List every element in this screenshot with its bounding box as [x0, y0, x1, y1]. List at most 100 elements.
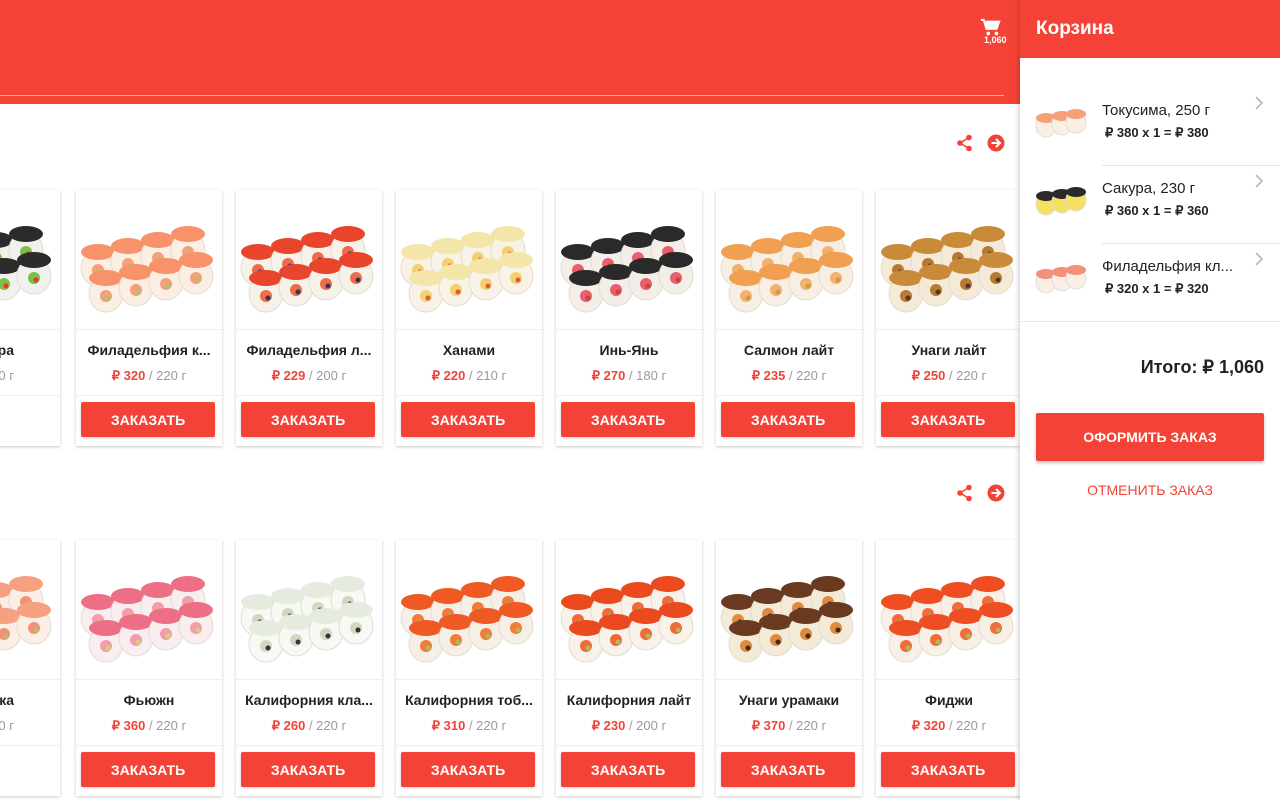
cart-item[interactable]: Сакура, 230 г ₽ 360 x 1 = ₽ 360 [1020, 166, 1280, 244]
product-price: ₽ 229 [271, 368, 306, 383]
product-price-line: ₽ 250 / 220 г [876, 368, 1020, 384]
product-price-line: ₽ 360 / 220 г [76, 718, 222, 734]
product-name: Салмон лайт [743, 342, 835, 358]
order-button[interactable]: ЗАКАЗАТЬ [881, 752, 1015, 787]
product-price: ₽ 270 [591, 368, 626, 383]
product-price-line: ₽ 229 / 200 г [236, 368, 382, 384]
card-divider [0, 745, 60, 746]
cart-header: Корзина [1020, 0, 1280, 58]
product-card[interactable]: ра ₽ 320 / 230 г ЗАКАЗАТЬ [0, 190, 60, 446]
product-card[interactable]: Филадельфия л... ₽ 229 / 200 г ЗАКАЗАТЬ [236, 190, 382, 446]
card-divider [396, 745, 542, 746]
order-button[interactable]: ЗАКАЗАТЬ [241, 402, 375, 437]
sushi-roll-image[interactable] [76, 540, 222, 680]
product-price: ₽ 370 [751, 718, 786, 733]
product-price-line: ₽ 320 / 220 г [876, 718, 1020, 734]
sushi-roll-image[interactable] [396, 540, 542, 680]
card-divider [876, 395, 1020, 396]
product-weight: / 220 г [948, 368, 987, 383]
product-price-line: ₽ 310 / 220 г [396, 718, 542, 734]
product-card[interactable]: Салмон лайт ₽ 235 / 220 г ЗАКАЗАТЬ [716, 190, 862, 446]
product-price-line: ₽ 235 / 220 г [716, 368, 862, 384]
sushi-roll-image[interactable] [0, 190, 60, 330]
order-button[interactable]: ЗАКАЗАТЬ [401, 402, 535, 437]
product-price: ₽ 220 [431, 368, 466, 383]
product-price: ₽ 260 [271, 718, 306, 733]
cart-total: Итого: ₽ 1,060 [1140, 357, 1264, 377]
next-arrow-button[interactable] [987, 134, 1007, 154]
chevron-right-icon [1253, 252, 1267, 266]
cart-item[interactable]: Филадельфия кл... ₽ 320 x 1 = ₽ 320 [1020, 244, 1280, 322]
next-arrow-button[interactable] [987, 484, 1007, 504]
product-card[interactable]: Филадельфия к... ₽ 320 / 220 г ЗАКАЗАТЬ [76, 190, 222, 446]
sushi-roll-image[interactable] [716, 190, 862, 330]
order-button[interactable]: ЗАКАЗАТЬ [721, 402, 855, 437]
arrow-right-circle-icon [987, 484, 1005, 502]
section-actions [956, 484, 1016, 508]
cart-item-thumbnail [1032, 180, 1088, 224]
product-price: ₽ 230 [591, 718, 626, 733]
cart-sidebar: Корзина Токусима, 250 г ₽ 380 x 1 = ₽ 38… [1020, 0, 1280, 800]
sushi-roll-image[interactable] [76, 190, 222, 330]
product-card[interactable]: Калифорния кла... ₽ 260 / 220 г ЗАКАЗАТЬ [236, 540, 382, 796]
order-button[interactable]: ЗАКАЗАТЬ [721, 752, 855, 787]
arrow-right-circle-icon [987, 134, 1005, 152]
sushi-roll-image[interactable] [236, 190, 382, 330]
product-card[interactable]: Унаги лайт ₽ 250 / 220 г ЗАКАЗАТЬ [876, 190, 1020, 446]
sushi-roll-image[interactable] [876, 540, 1020, 680]
sushi-roll-image[interactable] [0, 540, 60, 680]
sushi-roll-image[interactable] [716, 540, 862, 680]
product-price-line: ₽ 320 / 220 г [76, 368, 222, 384]
cancel-order-button[interactable]: ОТМЕНИТЬ ЗАКАЗ [1036, 482, 1264, 498]
checkout-button[interactable]: ОФОРМИТЬ ЗАКАЗ [1036, 413, 1264, 461]
product-row: ра ₽ 320 / 230 г ЗАКАЗАТЬ Филадельфия к.… [0, 190, 1020, 446]
product-card[interactable]: Инь-Янь ₽ 270 / 180 г ЗАКАЗАТЬ [556, 190, 702, 446]
product-price-line: ₽ 320 / 220 г [0, 718, 14, 734]
product-card[interactable]: Унаги урамаки ₽ 370 / 220 г ЗАКАЗАТЬ [716, 540, 862, 796]
share-button[interactable] [956, 484, 976, 504]
cart-button[interactable]: 1,060 [978, 18, 1012, 48]
cart-item-calc: ₽ 380 x 1 = ₽ 380 [1105, 125, 1209, 140]
product-card[interactable]: ка ₽ 320 / 220 г ЗАКАЗАТЬ [0, 540, 60, 796]
section-actions [956, 134, 1016, 158]
cart-item-thumbnail [1032, 102, 1088, 146]
product-weight: / 220 г [148, 368, 187, 383]
cart-item[interactable]: Токусима, 250 г ₽ 380 x 1 = ₽ 380 [1020, 88, 1280, 166]
order-button[interactable]: ЗАКАЗАТЬ [561, 402, 695, 437]
order-button[interactable]: ЗАКАЗАТЬ [561, 752, 695, 787]
sushi-roll-image[interactable] [236, 540, 382, 680]
product-name: Унаги лайт [911, 342, 987, 358]
product-name: Инь-Янь [599, 342, 659, 358]
order-button[interactable]: ЗАКАЗАТЬ [881, 402, 1015, 437]
product-card[interactable]: Калифорния лайт ₽ 230 / 200 г ЗАКАЗАТЬ [556, 540, 702, 796]
order-button[interactable]: ЗАКАЗАТЬ [241, 752, 375, 787]
product-card[interactable]: Ханами ₽ 220 / 210 г ЗАКАЗАТЬ [396, 190, 542, 446]
sushi-roll-image[interactable] [396, 190, 542, 330]
product-card[interactable]: Фьюжн ₽ 360 / 220 г ЗАКАЗАТЬ [76, 540, 222, 796]
top-bar-divider [0, 95, 1004, 96]
card-divider [0, 395, 60, 396]
order-button[interactable]: ЗАКАЗАТЬ [401, 752, 535, 787]
card-divider [876, 745, 1020, 746]
sushi-roll-image[interactable] [556, 190, 702, 330]
product-name: Филадельфия л... [246, 342, 372, 358]
cart-item-calc: ₽ 320 x 1 = ₽ 320 [1105, 281, 1209, 296]
card-divider [556, 395, 702, 396]
card-divider [236, 395, 382, 396]
card-divider [76, 395, 222, 396]
sushi-roll-image[interactable] [556, 540, 702, 680]
product-card[interactable]: Фиджи ₽ 320 / 220 г ЗАКАЗАТЬ [876, 540, 1020, 796]
product-weight: / 220 г [148, 718, 187, 733]
product-price-line: ₽ 370 / 220 г [716, 718, 862, 734]
cart-item-name: Филадельфия кл... [1102, 258, 1234, 275]
product-price-line: ₽ 230 / 200 г [556, 718, 702, 734]
product-card[interactable]: Калифорния тоб... ₽ 310 / 220 г ЗАКАЗАТЬ [396, 540, 542, 796]
order-button[interactable]: ЗАКАЗАТЬ [81, 402, 215, 437]
order-button[interactable]: ЗАКАЗАТЬ [81, 752, 215, 787]
card-divider [716, 745, 862, 746]
product-row: ка ₽ 320 / 220 г ЗАКАЗАТЬ Фьюжн ₽ 360 / … [0, 540, 1020, 796]
sushi-roll-image[interactable] [876, 190, 1020, 330]
share-button[interactable] [956, 134, 976, 154]
product-price: ₽ 320 [911, 718, 946, 733]
chevron-right-icon [1253, 174, 1267, 188]
